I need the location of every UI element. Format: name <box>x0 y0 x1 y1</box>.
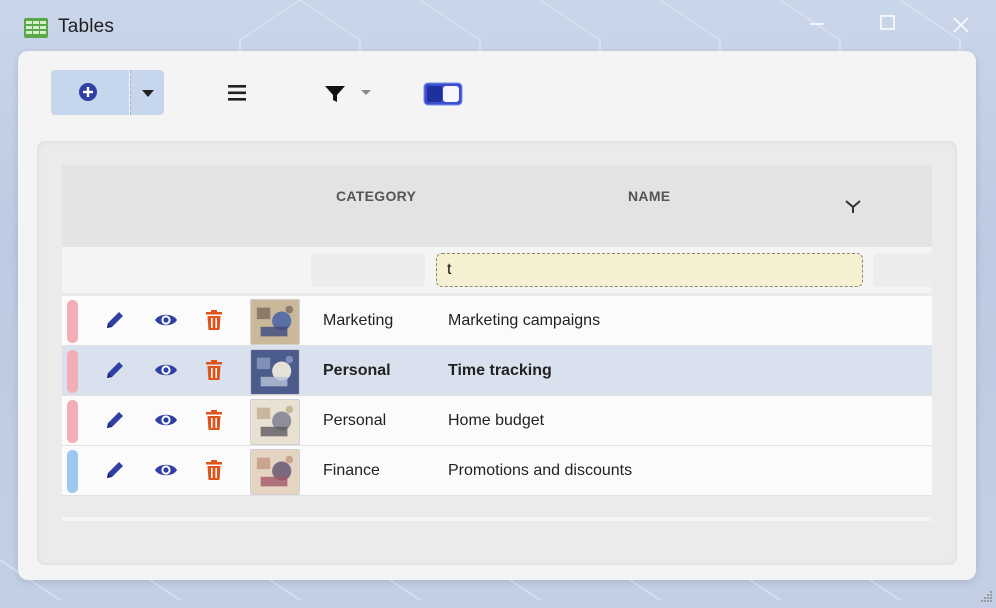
delete-trash-icon[interactable] <box>202 308 226 332</box>
category-cell: Personal <box>323 412 387 429</box>
data-table: CATEGORY NAME Marketing Marketing campaig… <box>62 165 932 521</box>
plus-circle-icon <box>79 83 97 101</box>
name-filter-input[interactable] <box>436 253 863 287</box>
table-row[interactable]: Personal Home budget <box>62 396 932 446</box>
category-filter-input[interactable] <box>311 253 425 287</box>
filter-caret-down-icon[interactable] <box>358 84 374 100</box>
minimize-icon[interactable] <box>804 10 832 38</box>
table-header: CATEGORY NAME <box>62 165 932 247</box>
delete-trash-icon[interactable] <box>202 458 226 482</box>
column-header-name[interactable]: NAME <box>628 188 670 204</box>
row-thumbnail-image <box>250 399 300 445</box>
toolbar <box>18 51 976 137</box>
delete-trash-icon[interactable] <box>202 358 226 382</box>
category-cell: Marketing <box>323 312 394 329</box>
view-eye-icon[interactable] <box>154 358 178 382</box>
name-cell: Marketing campaigns <box>448 312 601 329</box>
edit-pencil-icon[interactable] <box>103 358 127 382</box>
resize-grip-icon[interactable] <box>978 588 994 604</box>
view-eye-icon[interactable] <box>154 408 178 432</box>
funnel-icon[interactable] <box>318 78 352 108</box>
hamburger-icon[interactable] <box>220 78 254 108</box>
row-color-marker <box>67 450 78 493</box>
view-toggle-switch[interactable] <box>423 82 463 106</box>
row-thumbnail-image <box>250 299 300 345</box>
table-body: Marketing Marketing campaigns Personal Time… <box>62 296 932 496</box>
name-cell: Promotions and discounts <box>448 462 633 479</box>
close-icon[interactable] <box>946 10 974 38</box>
table-row[interactable]: Finance Promotions and discounts <box>62 446 932 496</box>
extra-filter-input[interactable] <box>873 253 932 287</box>
row-color-marker <box>67 350 78 393</box>
delete-trash-icon[interactable] <box>202 408 226 432</box>
name-cell: Time tracking <box>448 362 552 379</box>
row-thumbnail-image <box>250 449 300 495</box>
category-cell: Personal <box>323 362 391 379</box>
horizontal-scrollbar[interactable] <box>62 517 932 521</box>
title-bar: Tables <box>0 0 996 52</box>
window-title: Tables <box>58 16 115 37</box>
column-header-category[interactable]: CATEGORY <box>336 188 416 204</box>
filter-row <box>62 247 932 293</box>
edit-pencil-icon[interactable] <box>103 458 127 482</box>
add-options-dropdown[interactable] <box>130 70 164 115</box>
table-row[interactable]: Personal Time tracking <box>62 346 932 396</box>
table-container: CATEGORY NAME Marketing Marketing campaig… <box>37 141 957 565</box>
table-app-icon <box>24 18 48 38</box>
row-color-marker <box>67 400 78 443</box>
row-thumbnail-image <box>250 349 300 395</box>
row-color-marker <box>67 300 78 343</box>
name-cell: Home budget <box>448 412 545 429</box>
view-eye-icon[interactable] <box>154 458 178 482</box>
edit-pencil-icon[interactable] <box>103 408 127 432</box>
maximize-icon[interactable] <box>874 10 902 38</box>
edit-pencil-icon[interactable] <box>103 308 127 332</box>
column-filter-icon[interactable] <box>844 197 862 215</box>
view-eye-icon[interactable] <box>154 308 178 332</box>
caret-down-icon <box>142 90 154 97</box>
main-panel: CATEGORY NAME Marketing Marketing campaig… <box>18 51 976 580</box>
table-row[interactable]: Marketing Marketing campaigns <box>62 296 932 346</box>
add-record-button[interactable] <box>51 70 129 115</box>
category-cell: Finance <box>323 462 380 479</box>
